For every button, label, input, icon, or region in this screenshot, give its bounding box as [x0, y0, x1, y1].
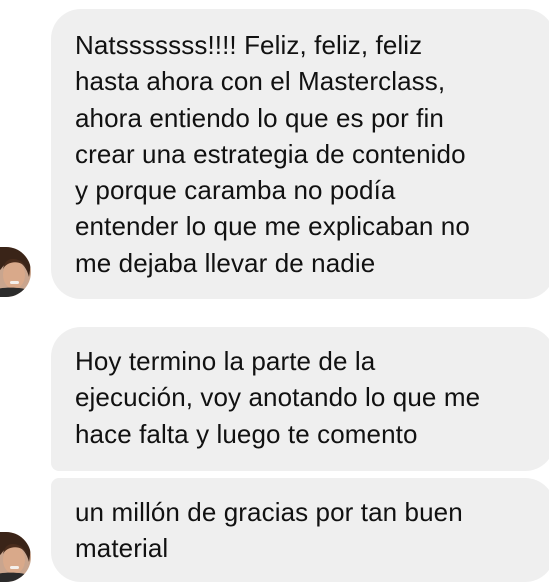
profile-photo-avatar-icon: [0, 532, 31, 582]
message-bubble[interactable]: Natsssssss!!!! Feliz, feliz, feliz hasta…: [51, 9, 549, 299]
message-bubble[interactable]: un millón de gracias por tan buen materi…: [51, 478, 549, 582]
profile-photo-avatar-icon: [0, 247, 31, 297]
sender-avatar[interactable]: [0, 532, 31, 582]
message-bubble[interactable]: Hoy termino la parte de la ejecución, vo…: [51, 327, 549, 471]
message-thread: Natsssssss!!!! Feliz, feliz, feliz hasta…: [0, 0, 549, 587]
sender-avatar[interactable]: [0, 247, 31, 297]
